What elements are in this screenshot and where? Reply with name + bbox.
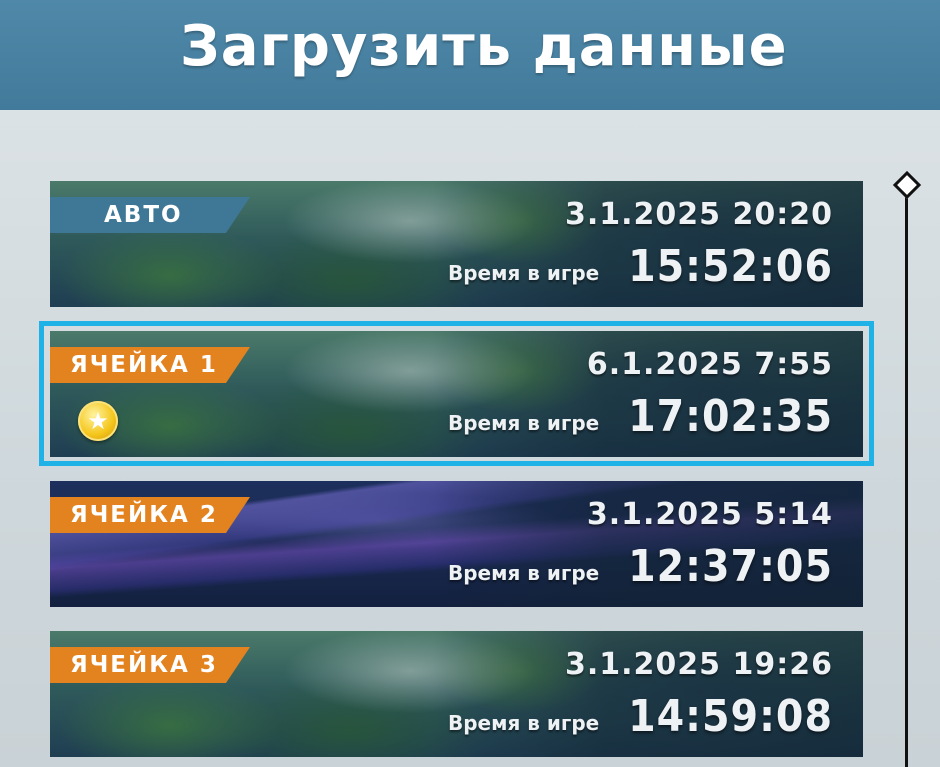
save-slot-auto[interactable]: АВТО 3.1.2025 20:20 Время в игре 15:52:0…: [50, 181, 863, 307]
playtime-label: Время в игре: [448, 561, 600, 585]
playtime-value: 14:59:08: [628, 691, 833, 742]
scrollbar-thumb-icon[interactable]: [892, 170, 922, 200]
playtime-label: Время в игре: [448, 711, 600, 735]
page-title: Загрузить данные: [180, 14, 788, 79]
slot-tag: АВТО: [50, 197, 250, 233]
scrollbar-track[interactable]: [905, 190, 908, 767]
header-bar: Загрузить данные: [0, 0, 940, 110]
save-date: 3.1.2025 19:26: [565, 647, 833, 682]
save-slot-2[interactable]: ЯЧЕЙКА 2 3.1.2025 5:14 Время в игре 12:3…: [50, 481, 863, 607]
save-slot-3[interactable]: ЯЧЕЙКА 3 3.1.2025 19:26 Время в игре 14:…: [50, 631, 863, 757]
slot-tag: ЯЧЕЙКА 2: [50, 497, 250, 533]
playtime-value: 12:37:05: [628, 541, 833, 592]
slot-tag: ЯЧЕЙКА 3: [50, 647, 250, 683]
playtime-value: 15:52:06: [628, 241, 833, 292]
save-date: 3.1.2025 20:20: [565, 197, 833, 232]
selection-frame: [39, 321, 874, 466]
save-date: 3.1.2025 5:14: [586, 497, 833, 532]
playtime-label: Время в игре: [448, 261, 600, 285]
